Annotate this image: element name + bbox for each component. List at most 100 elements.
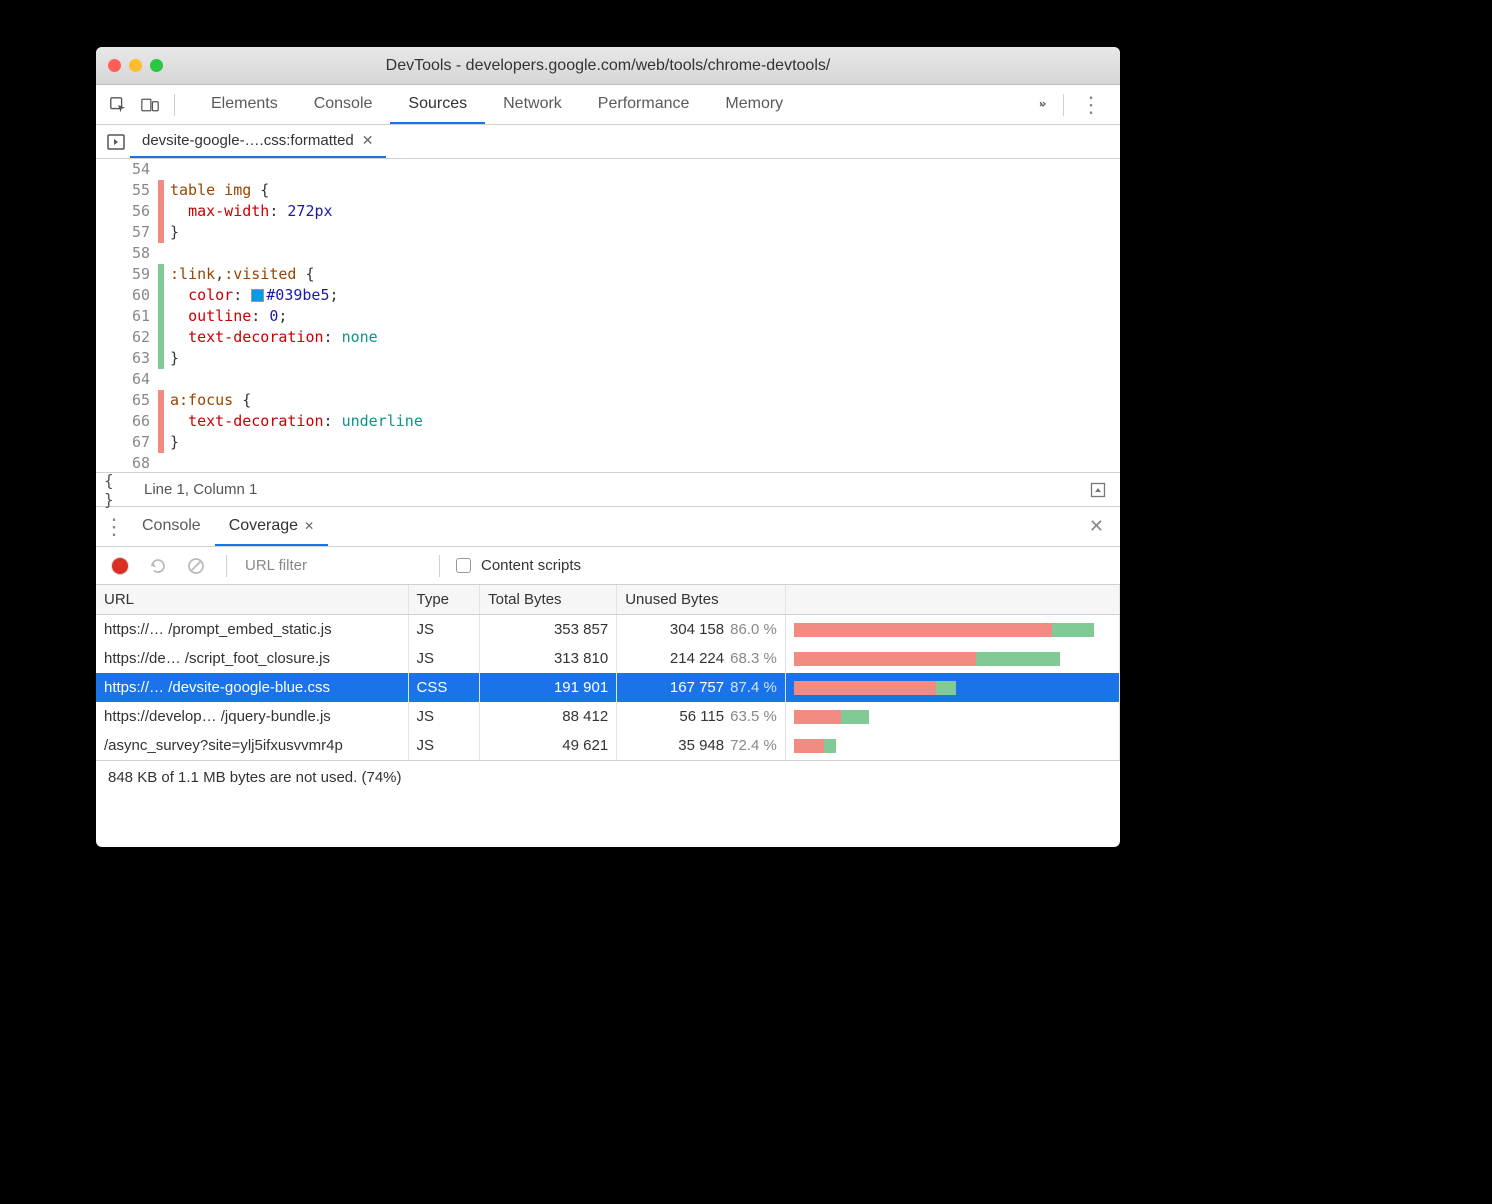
navigator-toggle-icon[interactable]	[102, 128, 130, 156]
overflow-tabs-icon[interactable]	[1029, 91, 1057, 119]
table-row[interactable]: https://develop… /jquery-bundle.jsJS88 4…	[96, 702, 1120, 731]
cell-total: 313 810	[480, 644, 617, 673]
cell-total: 191 901	[480, 673, 617, 702]
column-header[interactable]	[785, 585, 1119, 615]
line-gutter: 545556575859606162636465666768	[96, 159, 158, 472]
window-titlebar: DevTools - developers.google.com/web/too…	[96, 47, 1120, 85]
inspect-element-icon[interactable]	[104, 91, 132, 119]
table-row[interactable]: https://de… /script_foot_closure.jsJS313…	[96, 644, 1120, 673]
drawer-tab-console[interactable]: Console	[128, 507, 215, 546]
close-icon[interactable]: ✕	[362, 132, 374, 149]
coverage-toolbar: Content scripts	[96, 547, 1120, 585]
code-line	[170, 369, 1120, 390]
close-drawer-icon[interactable]: ✕	[1077, 516, 1116, 537]
source-file-tab[interactable]: devsite-google-….css:formatted ✕	[130, 125, 386, 158]
cell-unused: 214 22468.3 %	[617, 644, 786, 673]
reload-icon[interactable]	[144, 552, 172, 580]
code-editor[interactable]: 545556575859606162636465666768 table img…	[96, 159, 1120, 473]
cell-url: https://… /prompt_embed_static.js	[96, 615, 408, 645]
separator	[439, 555, 440, 577]
cell-url: https://develop… /jquery-bundle.js	[96, 702, 408, 731]
code-line	[170, 453, 1120, 473]
cell-url: /async_survey?site=ylj5ifxusvvmr4p	[96, 731, 408, 760]
column-header[interactable]: URL	[96, 585, 408, 615]
code-line	[170, 159, 1120, 180]
cell-type: JS	[408, 615, 480, 645]
content-scripts-checkbox[interactable]	[456, 558, 471, 573]
source-file-label: devsite-google-….css:formatted	[142, 132, 354, 149]
drawer-tab-coverage[interactable]: Coverage ✕	[215, 507, 328, 546]
content-scripts-label: Content scripts	[481, 557, 581, 574]
cell-bar	[785, 615, 1119, 645]
code-line: color: #039be5;	[170, 285, 1120, 306]
column-header[interactable]: Total Bytes	[480, 585, 617, 615]
close-window-button[interactable]	[108, 59, 121, 72]
main-tabstrip: ElementsConsoleSourcesNetworkPerformance…	[96, 85, 1120, 125]
drawer-tabstrip: ⋮ Console Coverage ✕ ✕	[96, 507, 1120, 547]
cell-total: 49 621	[480, 731, 617, 760]
tab-memory[interactable]: Memory	[707, 85, 801, 124]
line-number: 66	[96, 411, 150, 432]
drawer-menu-icon[interactable]: ⋮	[100, 513, 128, 541]
table-header-row: URLTypeTotal BytesUnused Bytes	[96, 585, 1120, 615]
device-toolbar-icon[interactable]	[136, 91, 164, 119]
line-number: 57	[96, 222, 150, 243]
code-content: table img { max-width: 272px}:link,:visi…	[164, 159, 1120, 472]
table-row[interactable]: https://… /devsite-google-blue.cssCSS191…	[96, 673, 1120, 702]
minimize-window-button[interactable]	[129, 59, 142, 72]
tab-performance[interactable]: Performance	[580, 85, 708, 124]
cell-unused: 304 15886.0 %	[617, 615, 786, 645]
cell-bar	[785, 702, 1119, 731]
drawer-tab-label: Coverage	[229, 517, 298, 535]
settings-menu-icon[interactable]: ⋮	[1070, 92, 1112, 118]
cell-type: CSS	[408, 673, 480, 702]
pretty-print-icon[interactable]: { }	[104, 476, 132, 504]
line-number: 56	[96, 201, 150, 222]
close-icon[interactable]: ✕	[304, 519, 314, 533]
record-button[interactable]	[106, 552, 134, 580]
code-line: a:focus {	[170, 390, 1120, 411]
traffic-lights	[108, 59, 163, 72]
table-row[interactable]: /async_survey?site=ylj5ifxusvvmr4pJS49 6…	[96, 731, 1120, 760]
code-line: }	[170, 222, 1120, 243]
line-number: 67	[96, 432, 150, 453]
line-number: 60	[96, 285, 150, 306]
line-number: 55	[96, 180, 150, 201]
line-number: 54	[96, 159, 150, 180]
code-line	[170, 243, 1120, 264]
source-tabbar: devsite-google-….css:formatted ✕	[96, 125, 1120, 159]
drawer-tab-label: Console	[142, 517, 201, 535]
code-line: text-decoration: none	[170, 327, 1120, 348]
window-title: DevTools - developers.google.com/web/too…	[96, 57, 1120, 75]
column-header[interactable]: Type	[408, 585, 480, 615]
line-number: 59	[96, 264, 150, 285]
coverage-summary: 848 KB of 1.1 MB bytes are not used. (74…	[96, 760, 1120, 794]
tab-elements[interactable]: Elements	[193, 85, 296, 124]
code-line: }	[170, 432, 1120, 453]
line-number: 62	[96, 327, 150, 348]
cell-type: JS	[408, 644, 480, 673]
tab-sources[interactable]: Sources	[390, 85, 485, 124]
cell-type: JS	[408, 702, 480, 731]
cell-unused: 35 94872.4 %	[617, 731, 786, 760]
cell-total: 88 412	[480, 702, 617, 731]
zoom-window-button[interactable]	[150, 59, 163, 72]
code-line: max-width: 272px	[170, 201, 1120, 222]
table-row[interactable]: https://… /prompt_embed_static.jsJS353 8…	[96, 615, 1120, 645]
cursor-position: Line 1, Column 1	[144, 481, 257, 498]
line-number: 61	[96, 306, 150, 327]
clear-icon[interactable]	[182, 552, 210, 580]
cell-unused: 56 11563.5 %	[617, 702, 786, 731]
tab-network[interactable]: Network	[485, 85, 580, 124]
code-line: text-decoration: underline	[170, 411, 1120, 432]
devtools-window: DevTools - developers.google.com/web/too…	[96, 47, 1120, 847]
url-filter-input[interactable]	[243, 556, 423, 575]
tab-console[interactable]: Console	[296, 85, 391, 124]
editor-status-bar: { } Line 1, Column 1	[96, 473, 1120, 507]
column-header[interactable]: Unused Bytes	[617, 585, 786, 615]
code-line: }	[170, 348, 1120, 369]
collapse-panel-icon[interactable]	[1084, 476, 1112, 504]
separator	[174, 94, 175, 116]
cell-total: 353 857	[480, 615, 617, 645]
separator	[226, 555, 227, 577]
